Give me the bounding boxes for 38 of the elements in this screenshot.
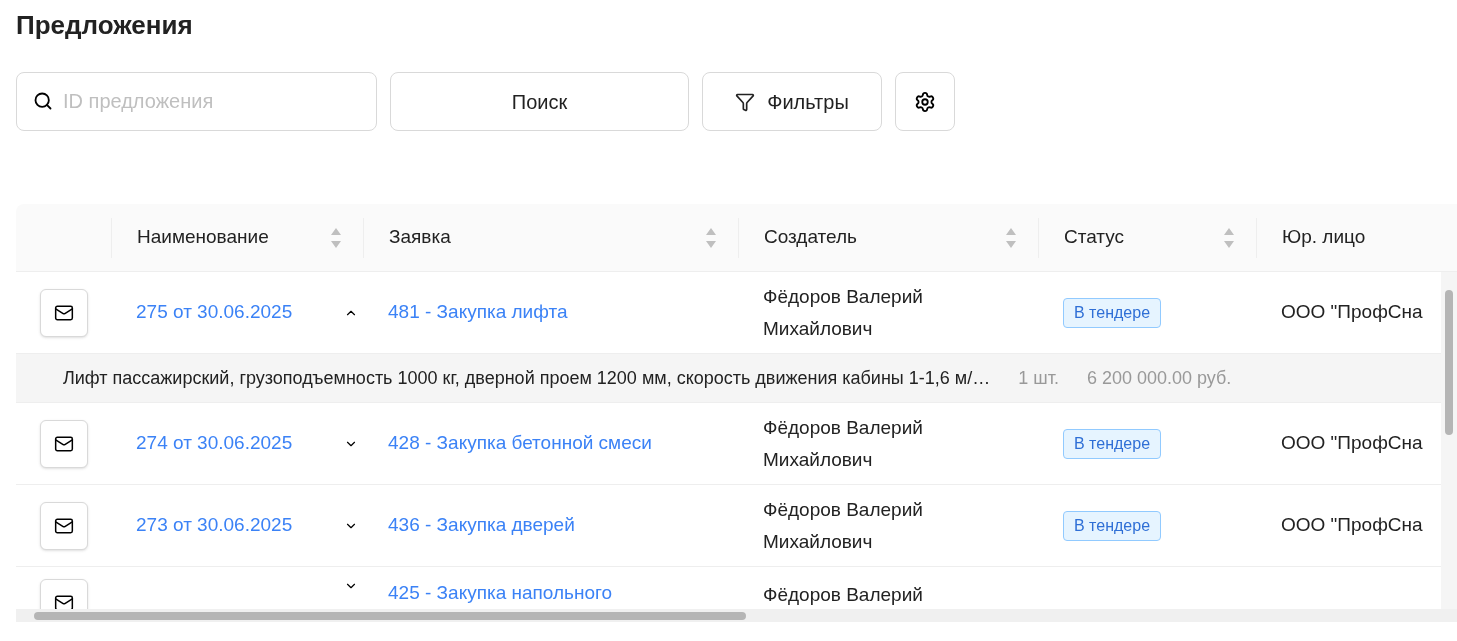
creator-text: Фёдоров Валерий Михайлович <box>763 415 924 472</box>
status-tag: В тендере <box>1063 297 1162 328</box>
column-header: Наименование <box>137 225 269 250</box>
page-title: Предложения <box>15 9 194 42</box>
status-tag: В тендере <box>1063 510 1162 541</box>
offer-link[interactable]: 273 от 30.06.2025 <box>136 511 293 540</box>
offer-link[interactable]: 274 от 30.06.2025 <box>136 429 293 458</box>
column-header: Юр. лицо <box>1282 225 1366 250</box>
request-link[interactable]: 428 - Закупка бетонной смеси <box>388 432 652 454</box>
creator-text: Фёдоров Валерий <box>763 583 924 607</box>
vertical-scrollbar[interactable] <box>1441 272 1457 609</box>
request-link[interactable]: 436 - Закупка дверей <box>388 514 575 536</box>
request-link[interactable]: 425 - Закупка напольного <box>388 582 613 603</box>
horizontal-scrollbar[interactable] <box>16 609 1457 622</box>
settings-icon <box>914 90 936 113</box>
column-header: Заявка <box>389 225 451 250</box>
company-text: ООО "ПрофСна <box>1281 514 1423 536</box>
creator-text: Фёдоров Валерий Михайлович <box>763 497 924 554</box>
settings-button[interactable] <box>895 72 955 131</box>
company-text: ООО "ПрофСна <box>1281 432 1423 454</box>
mail-button[interactable] <box>39 419 88 468</box>
filter-icon <box>735 91 756 112</box>
creator-text: Фёдоров Валерий Михайлович <box>763 284 924 341</box>
filters-button[interactable]: Фильтры <box>702 72 882 131</box>
status-tag: В тендере <box>1063 428 1162 459</box>
mail-button[interactable] <box>39 501 88 550</box>
search-button[interactable]: Поиск <box>390 72 689 131</box>
company-text: ООО "ПрофСна <box>1281 301 1423 323</box>
item-price: 6 200 000.00 руб. <box>1086 366 1232 390</box>
search-field[interactable]: ID предложения <box>16 72 377 131</box>
request-link[interactable]: 481 - Закупка лифта <box>388 301 568 323</box>
item-quantity: 1 шт. <box>1018 366 1059 390</box>
item-description: Лифт пассажирский, грузоподъемность 1000 кг, дверной проем 1200 мм, скорость движения кабины 1-1,6 м/… <box>63 366 991 390</box>
mail-button[interactable] <box>39 288 88 337</box>
column-header: Статус <box>1064 225 1125 250</box>
column-header: Создатель <box>764 225 857 250</box>
search-icon <box>33 91 53 111</box>
offer-link[interactable]: 275 от 30.06.2025 <box>136 298 293 327</box>
